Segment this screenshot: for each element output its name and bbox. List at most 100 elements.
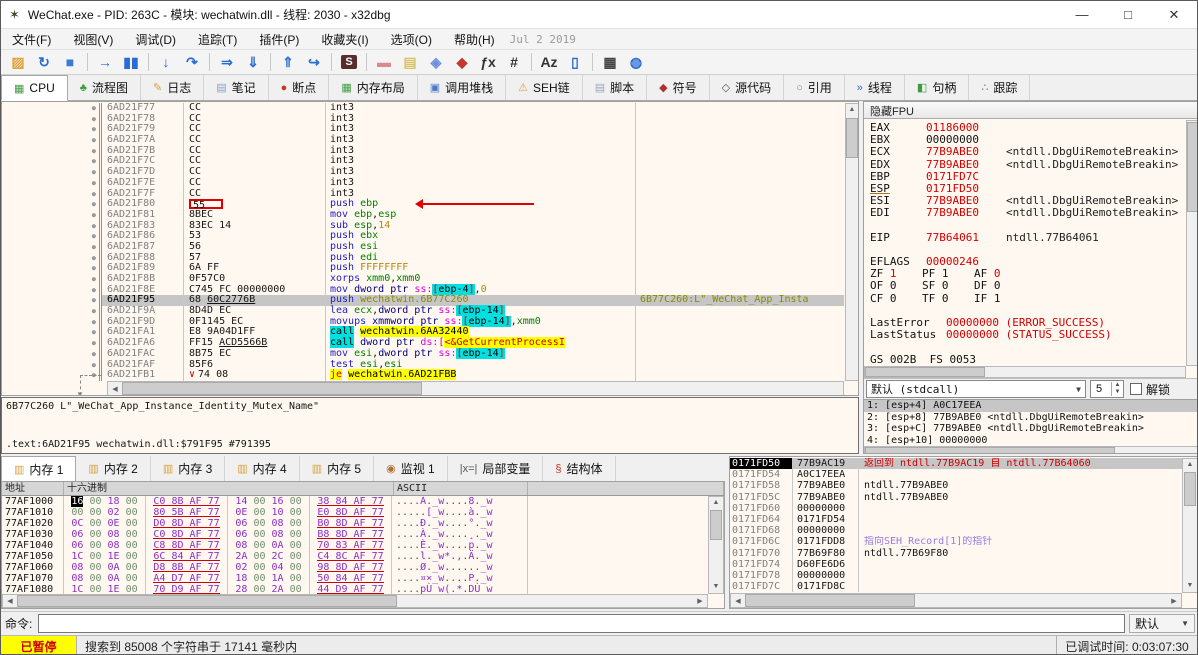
font-button[interactable]: Az [537, 51, 561, 73]
tab-结构体[interactable]: § 结构体 [543, 456, 616, 481]
calling-convention-select[interactable]: 默认 (stdcall) ▼ [866, 380, 1086, 398]
tab-日志[interactable]: ✎ 日志 [140, 75, 205, 100]
dump-row[interactable]: 77AF1040 06 00 08 00 C8 8D AF 77 08 00 0A 0… [2, 540, 708, 551]
register-line[interactable]: OF 0 SF 0 DF 0 [870, 280, 1186, 292]
pause-button[interactable]: ▮▮ [119, 51, 143, 73]
tab-引用[interactable]: ○ 引用 [784, 75, 845, 100]
menu-item-2[interactable]: 调试(D) [124, 29, 187, 50]
dump-row[interactable]: 77AF1010 00 00 02 00 80 5B AF 77 0E 00 10 0… [2, 507, 708, 518]
args-horizontal-scrollbar[interactable] [864, 446, 1197, 453]
stack-row[interactable]: 0171FD70 77B69F80 ntdll.77B69F80 [730, 547, 1182, 559]
menu-item-1[interactable]: 视图(V) [62, 29, 124, 50]
dump-vertical-scrollbar[interactable]: ▲ ▼ [708, 496, 724, 594]
tab-跟踪[interactable]: ∴ 跟踪 [969, 75, 1031, 100]
disasm-row[interactable]: ● 6AD21F81 8BEC mov ebp,esp [2, 209, 844, 221]
spinner-arrows-icon[interactable]: ▲ ▼ [1111, 382, 1123, 396]
calculator-button[interactable]: ▦ [598, 51, 622, 73]
register-line[interactable]: EIP 77B64061 ntdll.77B64061 [870, 231, 1186, 244]
scrollbar-thumb[interactable] [1187, 122, 1197, 212]
scroll-down-icon[interactable]: ▼ [709, 581, 723, 593]
stack-row[interactable]: 0171FD6C 0171FDD8 指向SEH_Record[1]的指针 [730, 536, 1182, 548]
menu-item-5[interactable]: 收藏夹(I) [310, 29, 379, 50]
register-line[interactable]: EAX 01186000 [870, 121, 1186, 134]
stack-row[interactable]: 0171FD64 0171FD54 [730, 513, 1182, 526]
tab-CPU[interactable]: ▦ CPU [1, 75, 68, 101]
scrollbar-thumb[interactable] [865, 367, 985, 377]
dump-row[interactable]: 77AF1080 1C 00 1E 00 70 D9 AF 77 28 00 2A 0… [2, 584, 708, 594]
registers-horizontal-scrollbar[interactable] [864, 366, 1186, 378]
dump-row[interactable]: 77AF1030 06 00 08 00 C0 8D AF 77 06 00 08 0… [2, 529, 708, 540]
command-input[interactable] [38, 614, 1125, 633]
dump-row[interactable]: 77AF1050 1C 00 1E 00 6C 84 AF 77 2A 00 2C 0… [2, 551, 708, 562]
stack-row[interactable]: 0171FD58 77B9ABE0 ntdll.77B9ABE0 [730, 480, 1182, 492]
registers-vertical-scrollbar[interactable] [1186, 120, 1197, 366]
stack-row[interactable]: 0171FD50 77B9AC19 返回到 ntdll.77B9AC19 自 ntd… [730, 458, 1182, 470]
stack-vertical-scrollbar[interactable]: ▲ ▼ [1182, 458, 1197, 593]
disasm-vertical-scrollbar[interactable]: ▲ [845, 103, 858, 381]
scroll-up-icon[interactable]: ▲ [846, 104, 858, 116]
register-line[interactable]: ZF 1 PF 1 AF 0 [870, 268, 1186, 280]
step-down-button[interactable]: ⇓ [241, 51, 265, 73]
stack-row[interactable]: 0171FD68 00000000 [730, 525, 1182, 537]
tab-流程图[interactable]: ♣ 流程图 [67, 75, 141, 100]
disasm-horizontal-scrollbar[interactable]: ◀ [107, 381, 844, 395]
register-line[interactable]: GS 002B FS 0053 [870, 353, 1186, 366]
register-line[interactable]: EBP 0171FD7C [870, 170, 1186, 183]
tab-内存 4[interactable]: ▥ 内存 4 [225, 456, 300, 481]
menu-item-3[interactable]: 追踪(T) [187, 29, 248, 50]
scroll-down-icon[interactable]: ▼ [1183, 580, 1197, 592]
tab-断点[interactable]: ● 断点 [268, 75, 330, 100]
scroll-left-icon[interactable]: ◀ [731, 597, 745, 605]
scroll-left-icon[interactable]: ◀ [108, 385, 122, 393]
disasm-row[interactable]: ● 6AD21FAC 8B75 EC mov esi,dword ptr ss:[eb… [2, 347, 844, 360]
execute-till-return-button[interactable]: ⇑ [276, 51, 300, 73]
dump-row[interactable]: 77AF1020 0C 00 0E 00 D0 8D AF 77 06 00 08 0… [2, 518, 708, 529]
dump-row[interactable]: 77AF1000 16 00 18 00 C0 8B AF 77 14 00 16 0… [2, 496, 708, 507]
dump-row[interactable]: 77AF1060 08 00 0A 00 D8 8B AF 77 02 00 04 0… [2, 562, 708, 573]
register-line[interactable]: EDX 77B9ABE0 <ntdll.DbgUiRemoteBreakin> [870, 158, 1186, 171]
menu-item-4[interactable]: 插件(P) [248, 29, 310, 50]
register-line[interactable]: EFLAGS 00000246 [870, 255, 1186, 268]
tab-符号[interactable]: ◆ 符号 [647, 75, 710, 100]
patch-button[interactable]: ▬ [372, 51, 396, 73]
stack-argument-row[interactable]: 4: [esp+10] 00000000 [864, 435, 1197, 447]
tab-内存 1[interactable]: ▥ 内存 1 [1, 456, 77, 482]
stack-horizontal-scrollbar[interactable]: ◀ ▶ [730, 593, 1182, 608]
scroll-up-icon[interactable]: ▲ [709, 497, 723, 509]
tab-内存 2[interactable]: ▥ 内存 2 [76, 456, 151, 481]
stack-argument-row[interactable]: 3: [esp+C] 77B9ABE0 <ntdll.DbgUiRemoteBr… [864, 423, 1197, 435]
register-line[interactable]: LastStatus 00000000 (STATUS_SUCCESS) [870, 328, 1186, 341]
scroll-right-icon[interactable]: ▶ [693, 597, 707, 605]
stack-row[interactable]: 0171FD54 A0C17EEA [730, 469, 1182, 481]
unlock-checkbox[interactable]: 解锁 [1130, 381, 1170, 398]
hide-fpu-button[interactable]: 隐藏FPU [864, 102, 1197, 119]
tab-源代码[interactable]: ◇ 源代码 [709, 75, 785, 100]
scroll-right-icon[interactable]: ▶ [1167, 597, 1181, 605]
scrollbar-thumb[interactable] [865, 447, 1115, 453]
command-profile-select[interactable]: 默认 ▼ [1129, 614, 1195, 633]
scroll-up-icon[interactable]: ▲ [1183, 459, 1197, 471]
minimize-button[interactable]: — [1059, 1, 1105, 28]
maximize-button[interactable]: □ [1105, 1, 1151, 28]
stack-row[interactable]: 0171FD78 00000000 [730, 569, 1182, 582]
tab-局部变量[interactable]: |x=| 局部变量 [447, 456, 544, 481]
scrollbar-thumb[interactable] [710, 510, 722, 540]
run-to-user-code-button[interactable]: ⇒ [215, 51, 239, 73]
comment-button[interactable]: ▤ [398, 51, 422, 73]
dump-row[interactable]: 77AF1070 08 00 0A 00 A4 D7 AF 77 18 00 1A 0… [2, 573, 708, 584]
tab-调用堆栈[interactable]: ▣ 调用堆栈 [417, 75, 507, 100]
scrollbar-thumb[interactable] [846, 118, 858, 158]
stack-argument-row[interactable]: 1: [esp+4] A0C17EEA [864, 400, 1197, 412]
tab-脚本[interactable]: ▤ 脚本 [582, 75, 648, 100]
function-button[interactable]: ƒx [476, 51, 500, 73]
register-line[interactable]: EDI 77B9ABE0 <ntdll.DbgUiRemoteBreakin> [870, 207, 1186, 219]
tab-笔记[interactable]: ▤ 笔记 [204, 75, 269, 100]
stop-button[interactable]: ■ [58, 51, 82, 73]
close-button[interactable]: ✕ [1151, 1, 1197, 28]
arg-count-stepper[interactable]: 5 ▲ ▼ [1090, 380, 1124, 398]
stack-row[interactable]: 0171FD5C 77B9ABE0 ntdll.77B9ABE0 [730, 491, 1182, 503]
menu-item-7[interactable]: 帮助(H) [443, 29, 506, 50]
open-file-button[interactable]: ▨ [6, 51, 30, 73]
disasm-row[interactable]: ● 6AD21F7E CC int3 [2, 177, 844, 189]
tab-内存 3[interactable]: ▥ 内存 3 [150, 456, 226, 481]
